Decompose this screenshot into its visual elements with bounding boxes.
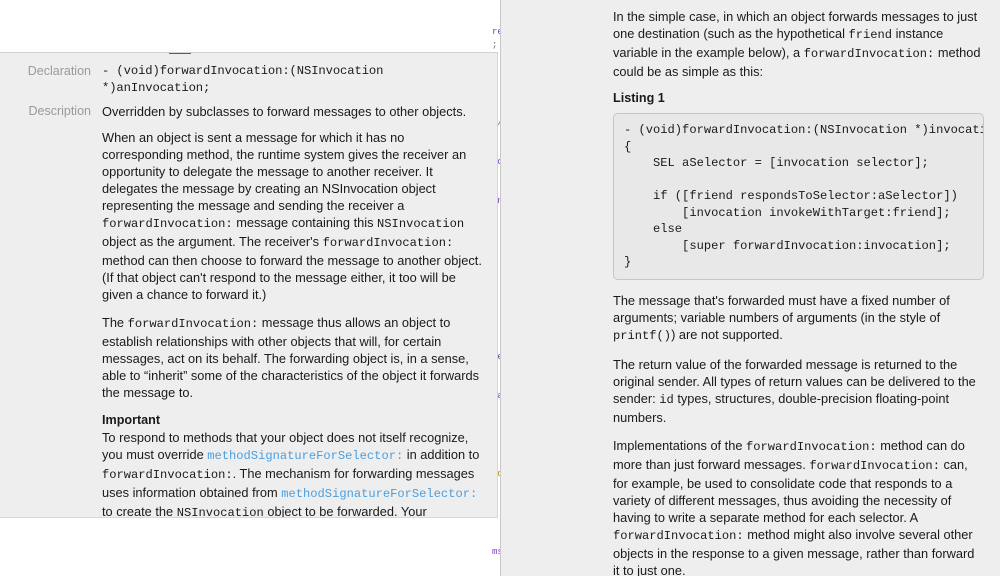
rp3-code-forward-invocation-1: forwardInvocation: — [746, 439, 877, 454]
documentation-body: In the simple case, in which an object f… — [613, 8, 984, 576]
right-paragraph-2: The return value of the forwarded messag… — [613, 356, 984, 426]
rp1-text-a: The message that's forwarded must have a… — [613, 292, 950, 325]
right-paragraph-1: The message that's forwarded must have a… — [613, 292, 984, 345]
link-method-signature-for-selector-2[interactable]: methodSignatureForSelector: — [281, 487, 477, 501]
rp3-code-forward-invocation-3: forwardInvocation: — [613, 528, 744, 543]
rp2-code-id: id — [659, 392, 674, 407]
important-heading: Important — [102, 413, 161, 427]
p1-text-b: message containing this — [232, 215, 378, 230]
description-paragraph-2: The forwardInvocation: message thus allo… — [102, 314, 486, 401]
description-lead: Overridden by subclasses to forward mess… — [102, 104, 467, 119]
top-white-area — [0, 0, 492, 52]
description-label: Description — [28, 104, 91, 118]
right-paragraph-3: Implementations of the forwardInvocation… — [613, 437, 984, 576]
p3-code-forward-invocation: forwardInvocation: — [102, 468, 233, 482]
p1-code-nsinvocation: NSInvocation — [377, 217, 465, 231]
link-method-signature-for-selector-1[interactable]: methodSignatureForSelector: — [207, 449, 403, 463]
p3-text-b: in addition to — [403, 447, 480, 462]
rp3-code-forward-invocation-2: forwardInvocation: — [809, 458, 940, 473]
rp1-text-b: ) are not supported. — [671, 326, 783, 342]
intro-code-forward-invocation: forwardInvocation: — [803, 47, 935, 61]
description-row: Description Overridden by subclasses to … — [0, 103, 489, 518]
declaration-quick-help-panel: Declaration - (void)forwardInvocation:(N… — [0, 52, 498, 518]
p1-text-d: method can then choose to forward the me… — [102, 253, 482, 302]
description-paragraph-important: To respond to methods that your object d… — [102, 429, 486, 518]
panel-top-accent — [169, 53, 191, 54]
p2-text-a: The — [102, 315, 128, 330]
p3-text-d: to create the — [102, 504, 177, 518]
documentation-content: In the simple case, in which an object f… — [501, 8, 1000, 576]
declaration-row: Declaration - (void)forwardInvocation:(N… — [0, 63, 489, 97]
declaration-value: - (void)forwardInvocation:(NSInvocation … — [102, 64, 384, 95]
intro-code-friend: friend — [848, 28, 893, 42]
declaration-rows: Declaration - (void)forwardInvocation:(N… — [0, 53, 497, 518]
p1-code-forward-invocation-2: forwardInvocation: — [322, 236, 454, 250]
rp1-code-printf: printf() — [613, 328, 672, 343]
declaration-label: Declaration — [27, 64, 91, 78]
listing-title: Listing 1 — [613, 91, 665, 105]
code-listing-1: - (void)forwardInvocation:(NSInvocation … — [613, 113, 984, 280]
documentation-detail-panel: In the simple case, in which an object f… — [500, 0, 1000, 576]
bottom-white-area — [0, 518, 492, 576]
description-value: Overridden by subclasses to forward mess… — [102, 103, 489, 518]
p1-text-c: object as the argument. The receiver's — [102, 234, 323, 249]
p1-text-a: When an object is sent a message for whi… — [102, 130, 467, 213]
description-paragraph-1: When an object is sent a message for whi… — [102, 129, 486, 303]
p1-code-forward-invocation-1: forwardInvocation: — [102, 217, 233, 231]
intro-paragraph: In the simple case, in which an object f… — [613, 8, 984, 80]
p2-code-forward-invocation: forwardInvocation: — [127, 317, 259, 331]
p3-code-nsinvocation: NSInvocation — [176, 506, 264, 518]
rp3-text-a: Implementations of the — [613, 437, 747, 453]
screen: ret; // for inv { } sel tar id msg obj {… — [0, 0, 1000, 576]
